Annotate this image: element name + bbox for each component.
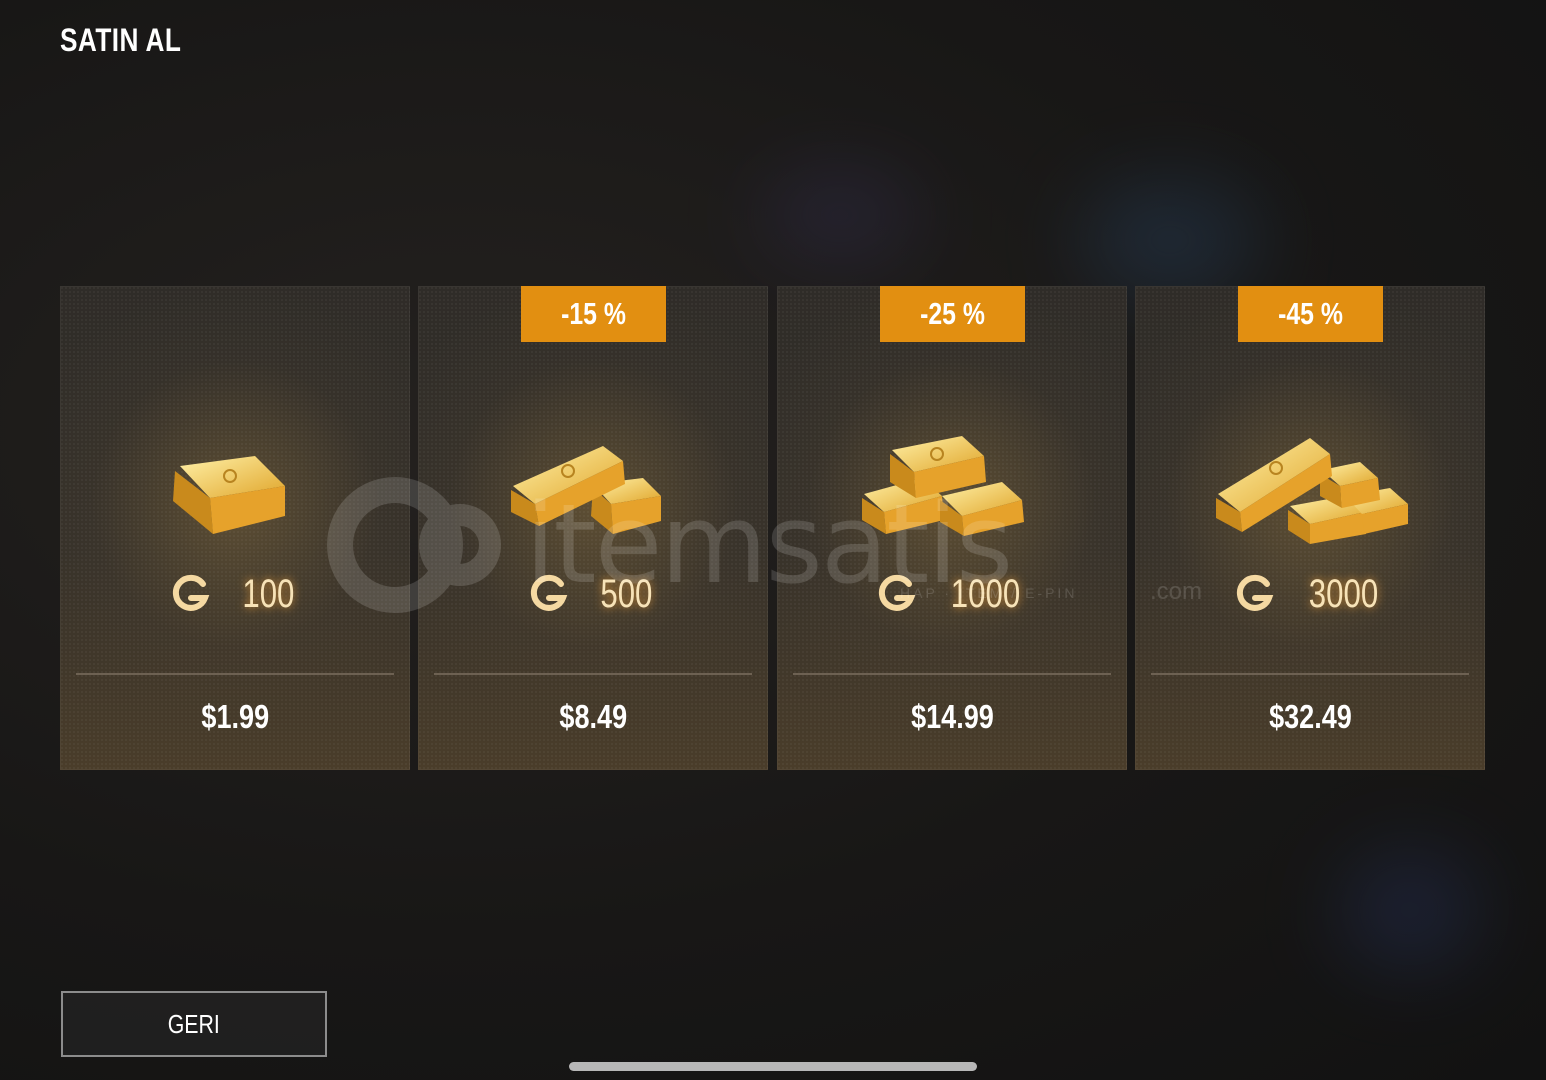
gold-bars-stack-icon xyxy=(862,436,1024,536)
discount-badge: -45 % xyxy=(1238,286,1383,342)
gold-amount: 1000 xyxy=(950,571,1020,616)
page-title: SATIN AL xyxy=(60,22,182,58)
gold-amount: 3000 xyxy=(1308,571,1378,616)
price-label: $8.49 xyxy=(418,698,768,736)
divider xyxy=(793,673,1111,675)
gold-amount-row: 500 xyxy=(418,570,768,618)
discount-badge: -15 % xyxy=(521,286,666,342)
gold-bars-icon xyxy=(511,446,661,534)
offer-card-3000[interactable]: -45 % 3000 $32.49 xyxy=(1135,286,1485,770)
background-glow xyxy=(1080,180,1260,300)
discount-badge: -25 % xyxy=(880,286,1025,342)
gold-amount-row: 1000 xyxy=(777,570,1127,618)
gold-bar-icon xyxy=(173,456,285,534)
offer-list: 100 $1.99 -15 % 500 $8.49 -25 % 1000 $14… xyxy=(60,286,1486,770)
gold-amount: 500 xyxy=(599,571,653,616)
back-button[interactable]: GERI xyxy=(61,991,327,1057)
divider xyxy=(76,673,394,675)
offer-card-1000[interactable]: -25 % 1000 $14.99 xyxy=(777,286,1127,770)
price-text: $1.99 xyxy=(201,698,269,735)
price-text: $8.49 xyxy=(559,698,627,735)
gold-coin-g-icon xyxy=(172,574,209,611)
offer-card-100[interactable]: 100 $1.99 xyxy=(60,286,410,770)
gold-coin-g-icon xyxy=(530,574,567,611)
background-glow xyxy=(1340,850,1480,970)
gold-amount: 100 xyxy=(241,571,295,616)
price-label: $1.99 xyxy=(60,698,410,736)
gold-amount-row: 3000 xyxy=(1135,570,1485,618)
discount-text: -25 % xyxy=(920,296,985,331)
gold-amount-row: 100 xyxy=(60,570,410,618)
offer-card-500[interactable]: -15 % 500 $8.49 xyxy=(418,286,768,770)
price-text: $14.99 xyxy=(910,698,994,735)
divider xyxy=(434,673,752,675)
discount-text: -15 % xyxy=(561,296,626,331)
back-button-label: GERI xyxy=(167,1008,221,1039)
divider xyxy=(1151,673,1469,675)
discount-text: -45 % xyxy=(1278,296,1343,331)
background-glow xyxy=(760,170,920,260)
gold-bars-pile-icon xyxy=(1216,438,1408,544)
price-text: $32.49 xyxy=(1268,698,1352,735)
price-label: $32.49 xyxy=(1135,698,1485,736)
price-label: $14.99 xyxy=(777,698,1127,736)
gold-coin-g-icon xyxy=(878,574,915,611)
home-indicator[interactable] xyxy=(569,1062,977,1071)
gold-coin-g-icon xyxy=(1236,574,1273,611)
